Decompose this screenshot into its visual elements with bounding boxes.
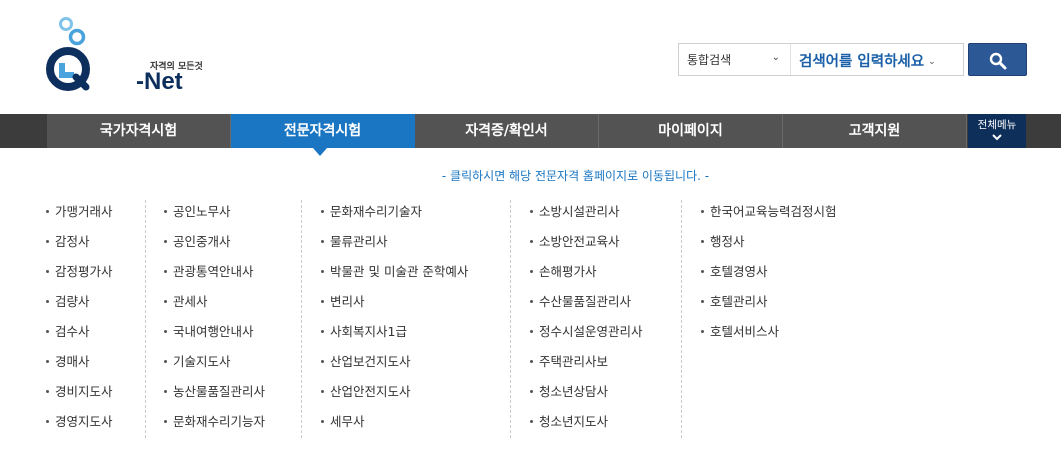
exam-link[interactable]: 물류관리사 — [321, 230, 510, 260]
exam-column-2: 공인노무사 공인중개사 관광통역안내사 관세사 국내여행안내사 기술지도사 농산… — [164, 200, 302, 438]
search-box: 통합검색 ⌄ 검색어를 입력하세요 ⌄ — [678, 43, 964, 76]
nav-certificate[interactable]: 자격증/확인서 — [415, 114, 599, 148]
exam-link[interactable]: 정수시설운영관리사 — [530, 320, 681, 350]
exam-link[interactable]: 감정사 — [46, 230, 145, 260]
all-menu-button[interactable]: 전체메뉴 — [968, 114, 1026, 148]
exam-link[interactable]: 경매사 — [46, 350, 145, 380]
exam-column-3: 문화재수리기술자 물류관리사 박물관 및 미술관 준학예사 변리사 사회복지사1… — [321, 200, 511, 438]
exam-link[interactable]: 박물관 및 미술관 준학예사 — [321, 260, 510, 290]
exam-link[interactable]: 문화재수리기능자 — [164, 410, 301, 440]
exam-column-4: 소방시설관리사 소방안전교육사 손해평가사 수산물품질관리사 정수시설운영관리사… — [530, 200, 682, 438]
search-button[interactable] — [968, 43, 1027, 76]
exam-column-5: 한국어교육능력검정시험 행정사 호텔경영사 호텔관리사 호텔서비스사 — [701, 200, 881, 438]
qnet-logo[interactable]: 자격의 모든것 -Net — [44, 15, 203, 95]
search-placeholder: 검색어를 입력하세요 — [799, 54, 925, 70]
chevron-down-icon: ⌄ — [771, 52, 780, 63]
search-scope-select[interactable]: 통합검색 ⌄ — [679, 44, 791, 75]
exam-link[interactable]: 행정사 — [701, 230, 881, 260]
nav-mypage[interactable]: 마이페이지 — [599, 114, 783, 148]
exam-link[interactable]: 청소년지도사 — [530, 410, 681, 440]
search-input[interactable]: 검색어를 입력하세요 ⌄ — [791, 44, 963, 75]
chevron-down-icon — [968, 133, 1026, 143]
exam-link[interactable]: 국내여행안내사 — [164, 320, 301, 350]
exam-link[interactable]: 세무사 — [321, 410, 510, 440]
exam-link[interactable]: 청소년상담사 — [530, 380, 681, 410]
exam-link[interactable]: 한국어교육능력검정시험 — [701, 200, 881, 230]
nav-professional-exam[interactable]: 전문자격시험 — [231, 114, 415, 148]
exam-link[interactable]: 기술지도사 — [164, 350, 301, 380]
exam-link[interactable]: 관세사 — [164, 290, 301, 320]
logo-name: -Net — [136, 68, 183, 95]
search-scope-label: 통합검색 — [687, 53, 732, 67]
nav-customer-support[interactable]: 고객지원 — [783, 114, 967, 148]
exam-link[interactable]: 호텔경영사 — [701, 260, 881, 290]
exam-link[interactable]: 농산물품질관리사 — [164, 380, 301, 410]
exam-link[interactable]: 손해평가사 — [530, 260, 681, 290]
exam-link[interactable]: 문화재수리기술자 — [321, 200, 510, 230]
exam-column-1: 가맹거래사 감정사 감정평가사 검량사 검수사 경매사 경비지도사 경영지도사 — [46, 200, 146, 438]
main-nav: 국가자격시험 전문자격시험 자격증/확인서 마이페이지 고객지원 — [0, 114, 1061, 148]
exam-link[interactable]: 산업안전지도사 — [321, 380, 510, 410]
exam-link[interactable]: 공인중개사 — [164, 230, 301, 260]
exam-link[interactable]: 감정평가사 — [46, 260, 145, 290]
exam-link[interactable]: 사회복지사1급 — [321, 320, 510, 350]
exam-link[interactable]: 호텔서비스사 — [701, 320, 881, 350]
exam-link[interactable]: 소방안전교육사 — [530, 230, 681, 260]
exam-link[interactable]: 가맹거래사 — [46, 200, 145, 230]
exam-link[interactable]: 공인노무사 — [164, 200, 301, 230]
all-menu-label: 전체메뉴 — [977, 119, 1017, 131]
search-icon — [989, 52, 1007, 70]
exam-link[interactable]: 소방시설관리사 — [530, 200, 681, 230]
exam-link[interactable]: 관광통역안내사 — [164, 260, 301, 290]
active-tab-caret — [313, 148, 327, 156]
exam-link[interactable]: 변리사 — [321, 290, 510, 320]
exam-link[interactable]: 검수사 — [46, 320, 145, 350]
exam-link[interactable]: 산업보건지도사 — [321, 350, 510, 380]
exam-link[interactable]: 호텔관리사 — [701, 290, 881, 320]
exam-link[interactable]: 주택관리사보 — [530, 350, 681, 380]
notice-text: - 클릭하시면 해당 전문자격 홈페이지로 이동됩니다. - — [441, 169, 710, 183]
nav-national-exam[interactable]: 국가자격시험 — [47, 114, 231, 148]
exam-link[interactable]: 경비지도사 — [46, 380, 145, 410]
exam-link[interactable]: 수산물품질관리사 — [530, 290, 681, 320]
chevron-down-icon: ⌄ — [928, 57, 936, 67]
exam-link[interactable]: 검량사 — [46, 290, 145, 320]
exam-link[interactable]: 경영지도사 — [46, 410, 145, 440]
